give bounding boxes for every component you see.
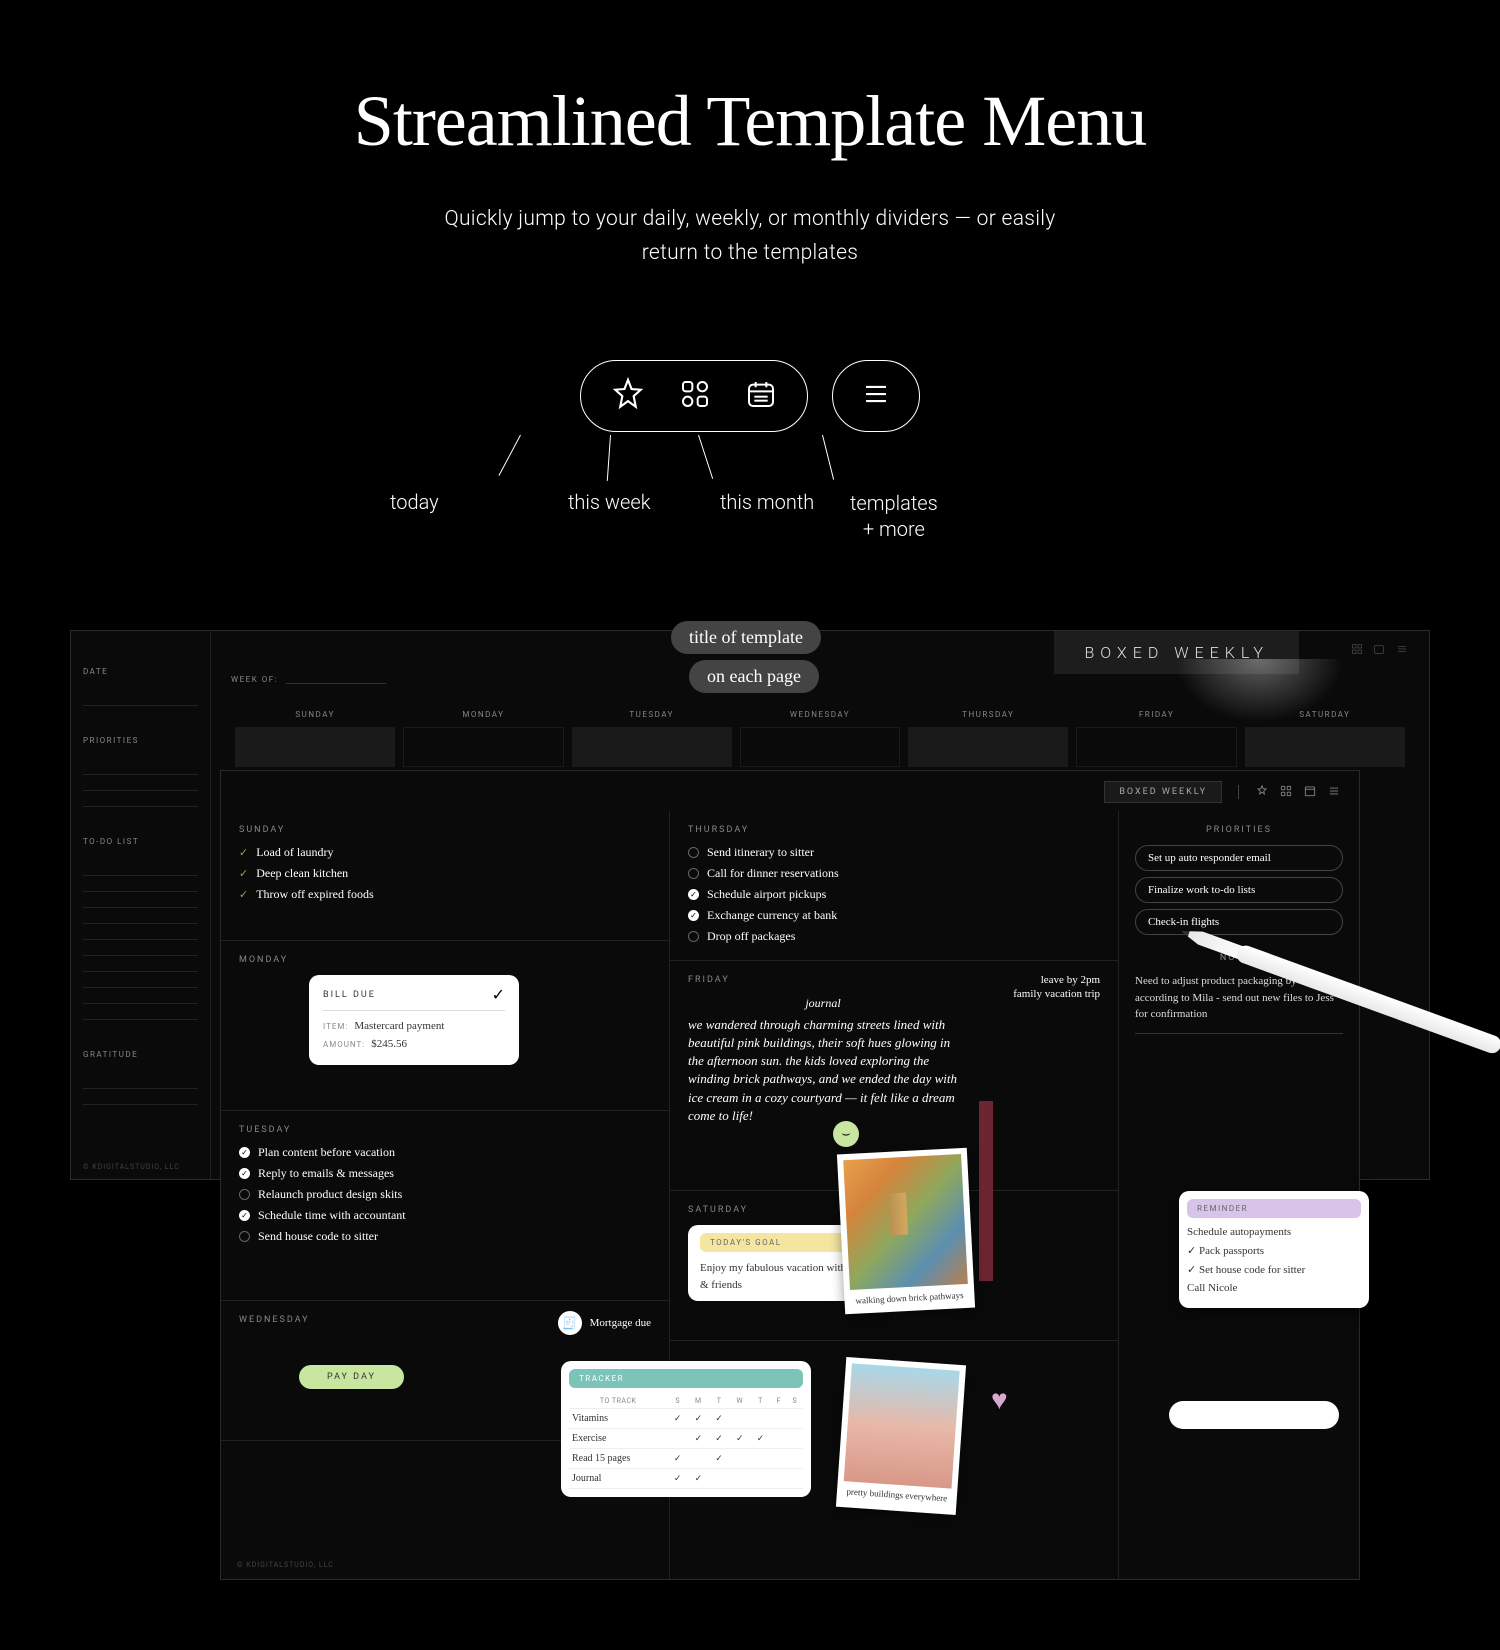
star-icon[interactable] xyxy=(1255,783,1269,802)
todo-label: TO-DO LIST xyxy=(83,837,198,846)
gratitude-label: GRATITUDE xyxy=(83,1050,198,1059)
priorities-heading: PRIORITIES xyxy=(1135,825,1343,835)
tracker-card: TRACKER TO TRACKSMTWTFS Vitamins✓✓✓ Exer… xyxy=(561,1361,811,1497)
tape-sticker xyxy=(888,1193,908,1236)
heart-sticker: ♥ xyxy=(991,1383,1008,1416)
tuesday-block: TUESDAY ✓Plan content before vacation ✓R… xyxy=(221,1111,669,1301)
hamburger-icon[interactable] xyxy=(859,377,893,415)
date-label: DATE xyxy=(83,667,198,676)
smiley-sticker: ⌣ xyxy=(833,1121,859,1147)
copyright: © KDIGITALSTUDIO, LLC xyxy=(83,1163,180,1171)
bill-card: BILL DUE✓ ITEM:Mastercard payment AMOUNT… xyxy=(309,975,519,1065)
page-subtitle: Quickly jump to your daily, weekly, or m… xyxy=(0,203,1500,270)
priority-item: Finalize work to-do lists xyxy=(1135,877,1343,903)
copyright: © KDIGITALSTUDIO, LLC xyxy=(237,1561,334,1569)
star-icon[interactable] xyxy=(611,377,645,415)
nav-pill xyxy=(580,360,808,432)
red-bar-sticker xyxy=(979,1101,993,1281)
template-name-badge: BOXED WEEKLY xyxy=(1104,781,1222,803)
grid-icon[interactable] xyxy=(1279,783,1293,802)
vacation-note: leave by 2pm family vacation trip xyxy=(1013,973,1100,1002)
boxed-weekly-badge: BOXED WEEKLY xyxy=(1054,631,1299,674)
photo-polaroid-2: pretty buildings everywhere xyxy=(836,1357,966,1515)
thursday-block: THURSDAY Send itinerary to sitter Call f… xyxy=(670,811,1118,961)
label-today: today xyxy=(390,490,439,514)
label-month: this month xyxy=(720,490,814,514)
mortgage-badge: 🧾 Mortgage due xyxy=(558,1311,651,1335)
grid-icon[interactable] xyxy=(679,378,711,414)
receipt-icon: 🧾 xyxy=(558,1311,582,1335)
front-template: BOXED WEEKLY SUNDAY ✓Load of laundry ✓De… xyxy=(220,770,1360,1580)
menu-pill xyxy=(832,360,920,432)
label-week: this week xyxy=(568,490,651,514)
priority-item: Set up auto responder email xyxy=(1135,845,1343,871)
calendar-icon[interactable] xyxy=(745,378,777,414)
white-pill xyxy=(1169,1401,1339,1429)
priority-item: Check-in flights xyxy=(1135,909,1343,935)
reminder-card: REMINDER Schedule autopayments ✓ Pack pa… xyxy=(1179,1191,1369,1308)
page-title: Streamlined Template Menu xyxy=(0,80,1500,163)
payday-pill: PAY DAY xyxy=(299,1365,404,1389)
weekof-label: WEEK OF: xyxy=(231,675,278,684)
menu-diagram: today this week this month templates+ mo… xyxy=(450,360,1050,560)
calendar-icon[interactable] xyxy=(1303,783,1317,802)
priorities-label: PRIORITIES xyxy=(83,736,198,745)
monday-block: MONDAY BILL DUE✓ ITEM:Mastercard payment… xyxy=(221,941,669,1111)
sunday-block: SUNDAY ✓Load of laundry ✓Deep clean kitc… xyxy=(221,811,669,941)
hamburger-icon[interactable] xyxy=(1327,783,1341,802)
label-templates: templates+ more xyxy=(850,490,938,542)
title-badge: title of template on each page xyxy=(671,621,821,699)
